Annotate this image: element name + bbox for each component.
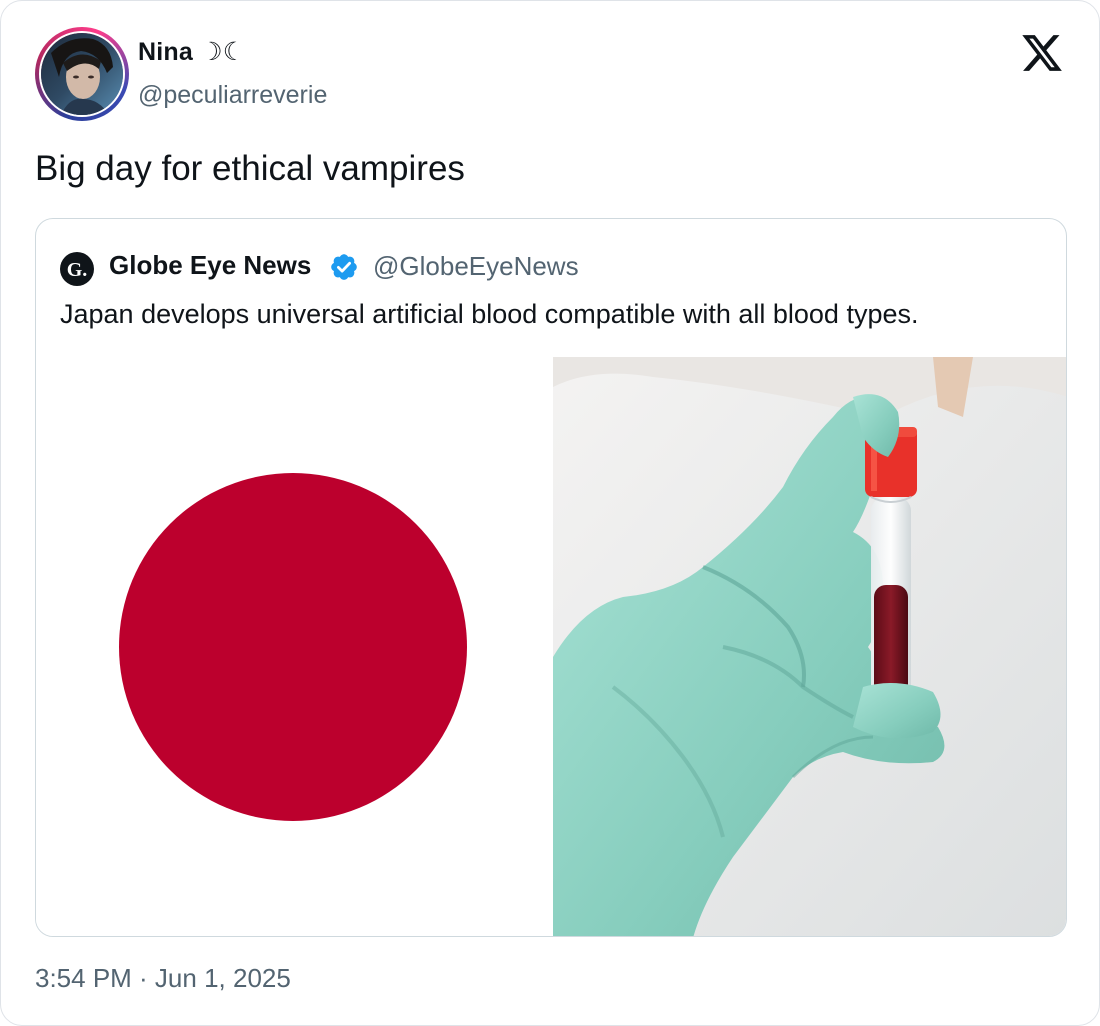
quoted-tweet-text: Japan develops universal artificial bloo… xyxy=(60,299,919,329)
verified-badge-icon xyxy=(331,254,357,280)
avatar-portrait-image xyxy=(41,33,123,115)
quoted-author-handle[interactable]: @GlobeEyeNews xyxy=(373,251,579,282)
x-logo-icon[interactable] xyxy=(1019,31,1065,75)
quoted-logo-letter: G. xyxy=(67,259,88,281)
globe-eye-news-logo-icon: G. xyxy=(60,252,94,286)
author-handle[interactable]: @peculiarreverie xyxy=(138,81,327,110)
blood-tube-photo[interactable] xyxy=(553,357,1066,936)
quoted-tweet[interactable]: G. Globe Eye News @GlobeEyeNews Japan de… xyxy=(35,218,1067,937)
tweet-text: Big day for ethical vampires xyxy=(35,149,465,188)
avatar[interactable] xyxy=(35,27,129,121)
author-display-name[interactable]: Nina ☽☾ xyxy=(138,37,245,67)
tweet-timestamp[interactable]: 3:54 PM · Jun 1, 2025 xyxy=(35,963,291,994)
tweet-card: Nina ☽☾ @peculiarreverie Big day for eth… xyxy=(0,0,1100,1026)
gloved-hand-holding-blood-tube-image xyxy=(553,357,1066,936)
flag-red-disc xyxy=(119,473,467,821)
japan-flag-image[interactable] xyxy=(36,357,553,936)
quoted-author-name[interactable]: Globe Eye News xyxy=(109,250,311,281)
